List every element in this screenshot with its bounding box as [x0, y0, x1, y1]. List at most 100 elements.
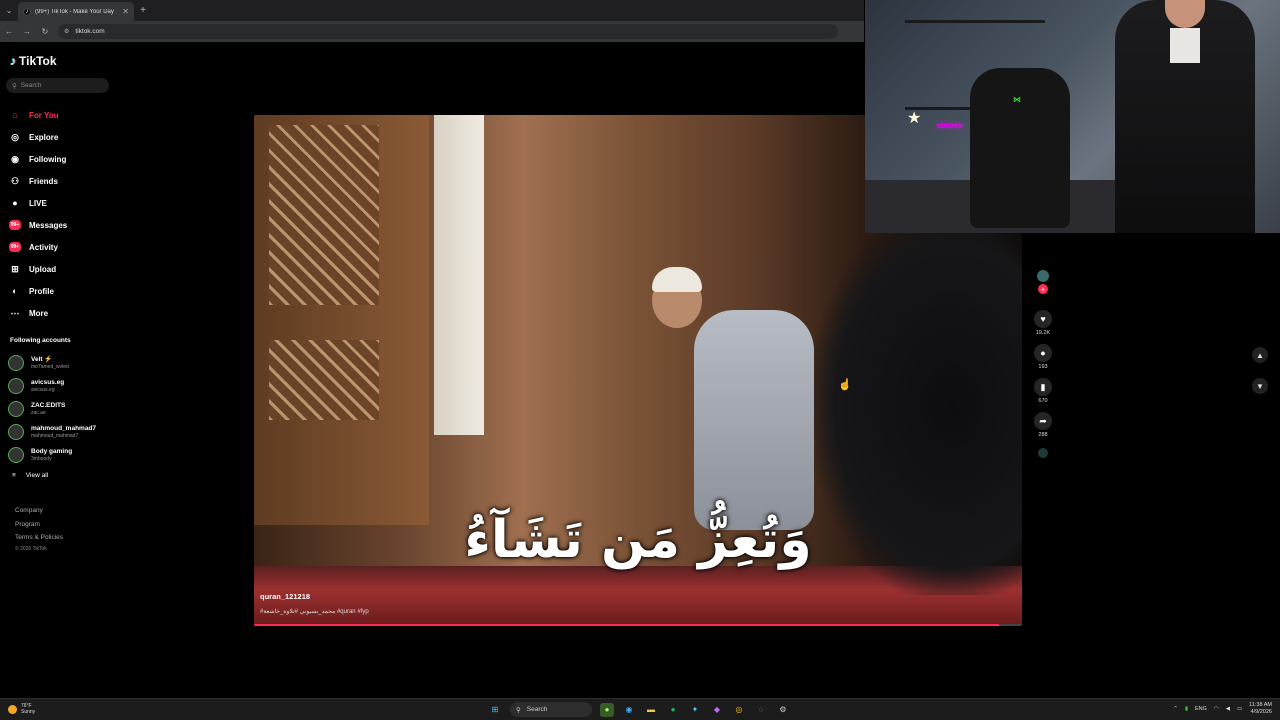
nav-item-upload[interactable]: ⊞ Upload: [9, 258, 67, 280]
search-placeholder: Search: [20, 82, 42, 89]
main-nav: ⌂ For You ◎ Explore ◉ Following ⚇ Friends ● LIVE 9…: [9, 104, 67, 324]
friends-icon: ⚇: [10, 175, 20, 186]
edge-icon[interactable]: ◉: [622, 703, 636, 717]
battery-icon[interactable]: ▭: [1237, 706, 1242, 712]
settings-gear-icon[interactable]: ⚙: [776, 703, 790, 717]
video-author[interactable]: quran_121218: [260, 592, 310, 601]
obs-icon[interactable]: ◌: [754, 703, 768, 717]
reload-icon[interactable]: ↻: [40, 27, 50, 36]
tiktok-favicon-icon: ♪: [23, 7, 31, 16]
clock[interactable]: 11:38 AM 4/9/2026: [1249, 702, 1272, 716]
close-tab-icon[interactable]: ✕: [122, 7, 129, 16]
upload-icon: ⊞: [11, 263, 19, 274]
search-icon: ⚲: [516, 706, 521, 714]
taskbar-search[interactable]: ⚲ Search: [510, 702, 592, 717]
more-icon: ⋯: [10, 307, 20, 318]
video-scene-man: [694, 310, 814, 530]
video-scene-lattice-lower: [269, 340, 379, 420]
chevron-down-icon: ▼: [1256, 381, 1264, 391]
nav-item-friends[interactable]: ⚇ Friends: [9, 170, 67, 192]
file-explorer-icon[interactable]: ▬: [644, 703, 658, 717]
comment-icon: ●: [1040, 348, 1046, 358]
nav-label: Activity: [29, 242, 58, 252]
cam-neon-sign-icon: ▭▭▭: [937, 120, 963, 130]
browser-tab[interactable]: ♪ (99+) TikTok - Make Your Day ✕: [18, 2, 134, 21]
url-text: tiktok.com: [75, 28, 105, 35]
new-tab-button[interactable]: +: [134, 5, 152, 16]
nav-item-more[interactable]: ⋯ More: [9, 302, 67, 324]
save-button[interactable]: ▮: [1034, 378, 1052, 396]
windows-start-icon[interactable]: ⊞: [488, 703, 502, 717]
comment-button[interactable]: ●: [1034, 344, 1052, 362]
following-account[interactable]: mahmoud_mahmad7 mahmoud_mahmad7: [8, 420, 96, 443]
previous-video-button[interactable]: ▲: [1252, 347, 1268, 363]
follow-plus-icon[interactable]: +: [1038, 284, 1048, 294]
music-disc-icon[interactable]: [1038, 448, 1048, 458]
tray-app-icon[interactable]: ▮: [1185, 706, 1188, 712]
app-icon-frog[interactable]: ●: [600, 702, 614, 717]
footer-terms[interactable]: Terms & Policies: [15, 531, 63, 545]
messages-icon: 99+: [9, 220, 21, 230]
messenger-icon[interactable]: ◆: [710, 703, 724, 717]
share-button[interactable]: ➦: [1034, 412, 1052, 430]
forward-icon[interactable]: →: [22, 27, 32, 36]
weather-condition: Sunny: [21, 709, 36, 715]
weather-widget[interactable]: 76°F Sunny: [8, 703, 35, 715]
following-account[interactable]: ZAC.EDITS zac.ae: [8, 397, 96, 420]
account-handle: zac.ae: [31, 409, 46, 416]
share-count: 288: [1038, 432, 1048, 438]
tiktok-logo[interactable]: ♪ TikTok: [10, 54, 57, 68]
site-info-icon[interactable]: ⚙: [64, 28, 69, 35]
account-handle: mo7amed_wvled: [31, 363, 69, 370]
wifi-icon[interactable]: ◠: [1214, 706, 1219, 712]
volume-icon[interactable]: ◀: [1226, 706, 1230, 712]
like-button[interactable]: ♥: [1034, 310, 1052, 328]
language-indicator[interactable]: ENG: [1195, 706, 1207, 712]
account-name: mahmoud_mahmad7: [31, 424, 97, 432]
url-field[interactable]: ⚙ tiktok.com: [58, 24, 838, 39]
nav-label: Explore: [29, 132, 59, 142]
share-icon: ➦: [1039, 415, 1047, 426]
windows-taskbar: 76°F Sunny ⊞ ⚲ Search ● ◉ ▬ ● ✦ ◆ ◎ ◌ ⚙ …: [0, 698, 1280, 720]
back-icon[interactable]: ←: [4, 27, 14, 36]
following-account[interactable]: Body gaming 3mboody: [8, 443, 96, 466]
nav-item-for-you[interactable]: ⌂ For You: [9, 104, 67, 126]
nav-item-profile[interactable]: ◐ Profile: [9, 280, 67, 302]
following-accounts-list: Velt ⚡ mo7amed_wvled avicsus.eg avicsus.eg Z…: [8, 351, 96, 466]
copilot-icon[interactable]: ✦: [688, 703, 702, 717]
video-progress-bar[interactable]: [254, 624, 1022, 626]
tab-search-icon[interactable]: ⌄: [0, 0, 18, 21]
search-input[interactable]: ⚲ Search: [6, 78, 109, 93]
video-scene-cap: [652, 267, 702, 292]
video-progress-fill: [254, 624, 999, 626]
cam-streamer-shirt: [1170, 28, 1200, 63]
avatar: [8, 423, 24, 440]
cam-trophy-icon: ★: [907, 110, 922, 127]
nav-label: More: [29, 308, 49, 318]
nav-item-explore[interactable]: ◎ Explore: [9, 126, 67, 148]
avatar: [8, 400, 24, 417]
following-account[interactable]: avicsus.eg avicsus.eg: [8, 374, 96, 397]
avatar: [8, 446, 24, 463]
cam-gaming-chair: [970, 68, 1070, 228]
video-caption: #محمد_بسيوني #تلاوة_خاشعة #quran #fyp: [260, 609, 369, 615]
chrome-icon[interactable]: ◎: [732, 703, 746, 717]
tray-chevron-icon[interactable]: ⌃: [1173, 706, 1178, 712]
footer-program[interactable]: Program: [15, 518, 63, 532]
spotify-icon[interactable]: ●: [666, 703, 680, 717]
footer-company[interactable]: Company: [15, 504, 63, 518]
account-name: Velt ⚡: [31, 355, 53, 363]
brand-name: TikTok: [19, 54, 57, 68]
following-account[interactable]: Velt ⚡ mo7amed_wvled: [8, 351, 96, 374]
nav-item-live[interactable]: ● LIVE: [9, 192, 67, 214]
following-icon: ◉: [11, 153, 19, 164]
next-video-button[interactable]: ▼: [1252, 378, 1268, 394]
creator-avatar[interactable]: [1037, 270, 1049, 282]
nav-item-following[interactable]: ◉ Following: [9, 148, 67, 170]
account-name: avicsus.eg: [31, 378, 65, 386]
view-all-label: View all: [25, 472, 49, 479]
nav-item-activity[interactable]: 99+ Activity: [9, 236, 67, 258]
nav-item-messages[interactable]: 99+ Messages: [9, 214, 67, 236]
activity-icon: 99+: [9, 242, 21, 252]
view-all-button[interactable]: ≡ View all: [12, 472, 48, 479]
